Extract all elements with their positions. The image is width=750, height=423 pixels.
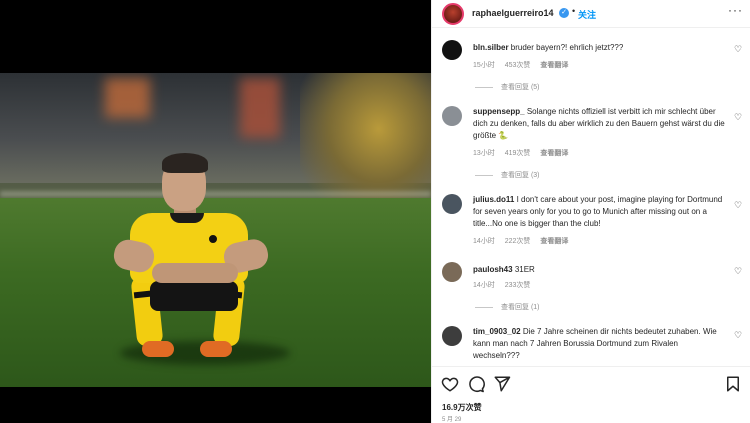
view-replies-link[interactable]: 查看回复 (5): [475, 82, 540, 92]
comment-meta: 15小时 453次赞 查看翻译: [473, 60, 576, 70]
comment-list[interactable]: bln.silber bruder bayern?! ehrlich jetzt…: [432, 28, 750, 366]
comment-text-block: tim_0903_02 Die 7 Jahre scheinen dir nic…: [473, 326, 725, 362]
view-replies-label[interactable]: 查看回复 (3): [501, 172, 540, 179]
comment-meta: 14小时 222次赞 查看翻译: [473, 236, 576, 246]
author-avatar[interactable]: [442, 3, 464, 25]
commenter-username[interactable]: suppensepp_: [473, 107, 525, 116]
comment-text-block: julius.do11 I don't care about your post…: [473, 194, 725, 230]
commenter-avatar[interactable]: [442, 40, 462, 60]
view-replies-label[interactable]: 查看回复 (1): [501, 304, 540, 311]
comment-time: 15小时: [473, 62, 495, 69]
heart-icon[interactable]: [441, 375, 459, 393]
comment-time: 13小时: [473, 150, 495, 157]
post-media: [0, 0, 431, 423]
comment-likes[interactable]: 453次赞: [505, 62, 531, 69]
comment-time: 14小时: [473, 282, 495, 289]
commenter-avatar[interactable]: [442, 106, 462, 126]
comment-meta: 13小时 419次赞 查看翻译: [473, 148, 576, 158]
commenter-avatar[interactable]: [442, 326, 462, 346]
post-actions-bar: 16.9万次赞 5 月 29: [432, 366, 750, 423]
comment-icon[interactable]: [467, 375, 485, 393]
comment-like-heart-icon[interactable]: ♡: [734, 112, 742, 123]
replies-divider: [475, 86, 493, 88]
post-date: 5 月 29: [442, 417, 462, 423]
comment-time: 14小时: [473, 238, 495, 245]
bookmark-icon[interactable]: [724, 375, 742, 393]
comment-text-block: paulosh43 31ER: [473, 264, 725, 276]
view-replies-label[interactable]: 查看回复 (5): [501, 84, 540, 91]
post-photo[interactable]: [0, 73, 431, 387]
commenter-username[interactable]: bln.silber: [473, 43, 509, 52]
view-replies-link[interactable]: 查看回复 (3): [475, 170, 540, 180]
verified-badge-icon: ✓: [559, 8, 569, 18]
author-username[interactable]: raphaelguerreiro14: [472, 8, 554, 18]
likes-count[interactable]: 16.9万次赞: [442, 402, 482, 413]
comment-meta: 14小时 233次赞: [473, 280, 538, 290]
photo-background-figure: [240, 78, 280, 138]
post-sidebar: raphaelguerreiro14 ✓ • 关注 ··· bln.silber…: [431, 0, 750, 423]
commenter-username[interactable]: paulosh43: [473, 265, 513, 274]
comment-likes[interactable]: 419次赞: [505, 150, 531, 157]
commenter-avatar[interactable]: [442, 194, 462, 214]
translate-link[interactable]: 查看翻译: [540, 62, 568, 69]
photo-background-figure: [105, 78, 150, 118]
commenter-avatar[interactable]: [442, 262, 462, 282]
share-icon[interactable]: [493, 375, 511, 393]
comment-likes[interactable]: 222次赞: [505, 238, 531, 245]
translate-link[interactable]: 查看翻译: [540, 238, 568, 245]
comment-text-block: bln.silber bruder bayern?! ehrlich jetzt…: [473, 42, 725, 54]
post-header: raphaelguerreiro14 ✓ • 关注 ···: [432, 0, 750, 28]
comment-text: bruder bayern?! ehrlich jetzt???: [510, 43, 624, 52]
comment-likes[interactable]: 233次赞: [505, 282, 531, 289]
comment-text: 31ER: [514, 265, 535, 274]
view-replies-link[interactable]: 查看回复 (1): [475, 302, 540, 312]
follow-button[interactable]: 关注: [578, 8, 596, 21]
more-options-icon[interactable]: ···: [728, 3, 743, 17]
commenter-username[interactable]: tim_0903_02: [473, 327, 521, 336]
photo-player: [111, 151, 282, 366]
comment-like-heart-icon[interactable]: ♡: [734, 266, 742, 277]
comment-like-heart-icon[interactable]: ♡: [734, 44, 742, 55]
replies-divider: [475, 306, 493, 308]
comment-like-heart-icon[interactable]: ♡: [734, 330, 742, 341]
header-separator: •: [572, 6, 576, 16]
comment-like-heart-icon[interactable]: ♡: [734, 200, 742, 211]
replies-divider: [475, 174, 493, 176]
comment-text-block: suppensepp_ Solange nichts offiziell ist…: [473, 106, 725, 142]
commenter-username[interactable]: julius.do11: [473, 195, 514, 204]
translate-link[interactable]: 查看翻译: [540, 150, 568, 157]
